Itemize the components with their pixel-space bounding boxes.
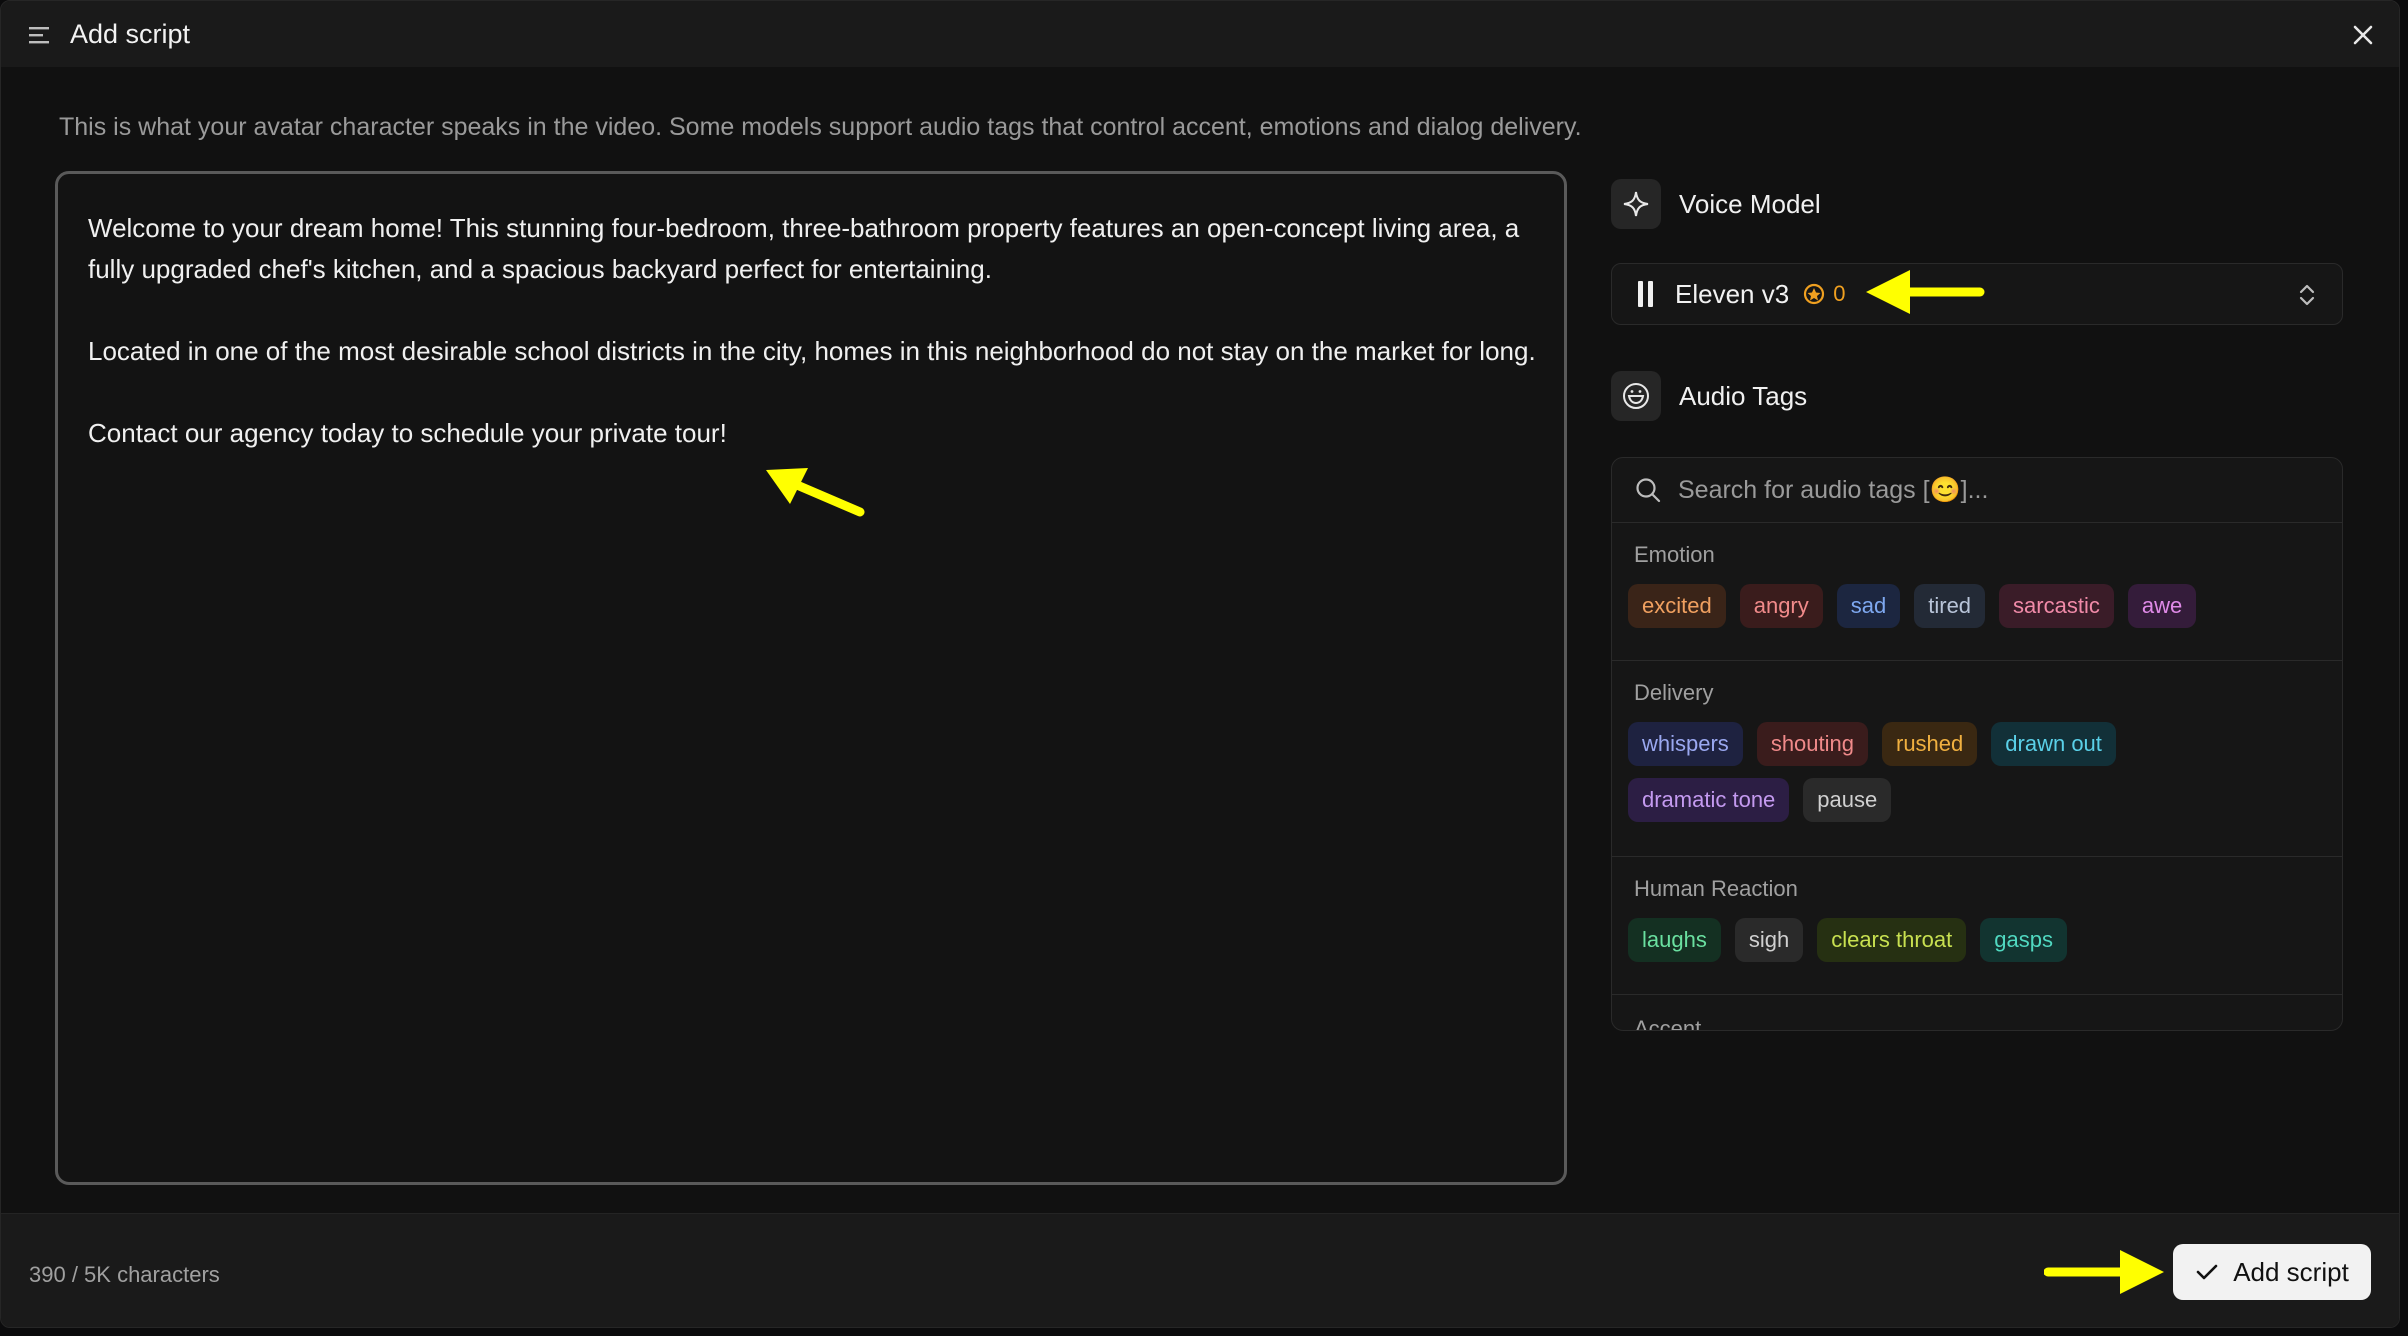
script-paragraph: Contact our agency today to schedule you… — [88, 418, 727, 448]
tag-chip-pause[interactable]: pause — [1803, 778, 1892, 822]
tag-chip-awe[interactable]: awe — [2127, 584, 2197, 628]
tag-group-accent: Accent — [1612, 994, 2342, 1031]
tag-group-emotion: Emotion excited angry sad tired sarcastic awe — [1612, 522, 2342, 661]
credit-cost: 0 — [1803, 281, 1845, 307]
character-count: 390 / 5K characters — [29, 1262, 220, 1287]
tag-chip-angry[interactable]: angry — [1739, 584, 1823, 628]
tag-group-label: Emotion — [1634, 542, 1715, 567]
add-script-button[interactable]: Add script — [2173, 1244, 2371, 1300]
modal-description: This is what your avatar character speak… — [59, 113, 1582, 141]
close-icon[interactable] — [2349, 21, 2377, 49]
check-icon — [2196, 1264, 2218, 1280]
tag-group-human-reaction: Human Reaction laughs sigh clears throat ga… — [1612, 856, 2342, 995]
tag-chip-rushed[interactable]: rushed — [1882, 722, 1978, 766]
modal-header: Add script — [1, 1, 2399, 67]
tag-group-label: Accent — [1634, 1016, 1702, 1031]
script-paragraph: Located in one of the most desirable sch… — [88, 336, 1536, 366]
add-script-label: Add script — [2233, 1256, 2349, 1287]
script-content[interactable]: Welcome to your dream home! This stunnin… — [88, 208, 1548, 495]
tag-chip-whispers[interactable]: whispers — [1628, 722, 1743, 766]
audio-tags-search — [1612, 458, 2342, 523]
tag-chips: laughs sigh clears throat gasps — [1628, 918, 2326, 962]
script-textarea[interactable]: Welcome to your dream home! This stunnin… — [55, 171, 1567, 1185]
voice-model-select[interactable]: Eleven v3 0 — [1611, 263, 2343, 325]
tag-group-label: Delivery — [1634, 680, 1714, 705]
add-script-modal: Add script This is what your avatar char… — [0, 0, 2400, 1328]
modal-title: Add script — [70, 19, 191, 49]
menu-icon[interactable] — [29, 25, 53, 45]
audio-tags-section: Audio Tags — [1611, 371, 1807, 421]
tag-chip-excited[interactable]: excited — [1628, 584, 1726, 628]
tag-chip-drawn-out[interactable]: drawn out — [1991, 722, 2116, 766]
modal-footer: 390 / 5K characters Add script — [1, 1213, 2399, 1327]
voice-model-section: Voice Model — [1611, 179, 1821, 229]
tag-chip-clears-throat[interactable]: clears throat — [1817, 918, 1967, 962]
tag-chip-sarcastic[interactable]: sarcastic — [1999, 584, 2114, 628]
smile-icon — [1611, 371, 1661, 421]
search-icon — [1636, 478, 1661, 503]
tag-chips: excited angry sad tired sarcastic awe — [1628, 584, 2326, 628]
voice-model-value: Eleven v3 — [1675, 278, 1790, 309]
tag-chip-gasps[interactable]: gasps — [1980, 918, 2067, 962]
tag-chip-dramatic-tone[interactable]: dramatic tone — [1628, 778, 1790, 822]
tag-chip-tired[interactable]: tired — [1914, 584, 1986, 628]
tag-group-delivery: Delivery whispers shouting rushed drawn out… — [1612, 660, 2342, 857]
audio-tags-search-input[interactable] — [1676, 474, 2320, 506]
credit-value: 0 — [1833, 281, 1846, 306]
tag-chip-sigh[interactable]: sigh — [1734, 918, 1804, 962]
tag-chips: whispers shouting rushed drawn out dramatic … — [1628, 722, 2192, 822]
chevron-up-down-icon — [2299, 284, 2315, 306]
tag-chip-shouting[interactable]: shouting — [1756, 722, 1868, 766]
tag-group-label: Human Reaction — [1634, 876, 1798, 901]
sparkle-icon — [1611, 179, 1661, 229]
tag-chip-sad[interactable]: sad — [1836, 584, 1901, 628]
voice-model-label: Voice Model — [1679, 188, 1821, 219]
tag-chip-laughs[interactable]: laughs — [1628, 918, 1721, 962]
credit-icon — [1804, 283, 1825, 305]
audio-tags-label: Audio Tags — [1679, 380, 1808, 411]
pause-icon[interactable] — [1638, 281, 1653, 307]
script-paragraph: Welcome to your dream home! This stunnin… — [88, 213, 1520, 284]
audio-tags-panel: Emotion excited angry sad tired sarcastic awe… — [1611, 457, 2343, 1031]
